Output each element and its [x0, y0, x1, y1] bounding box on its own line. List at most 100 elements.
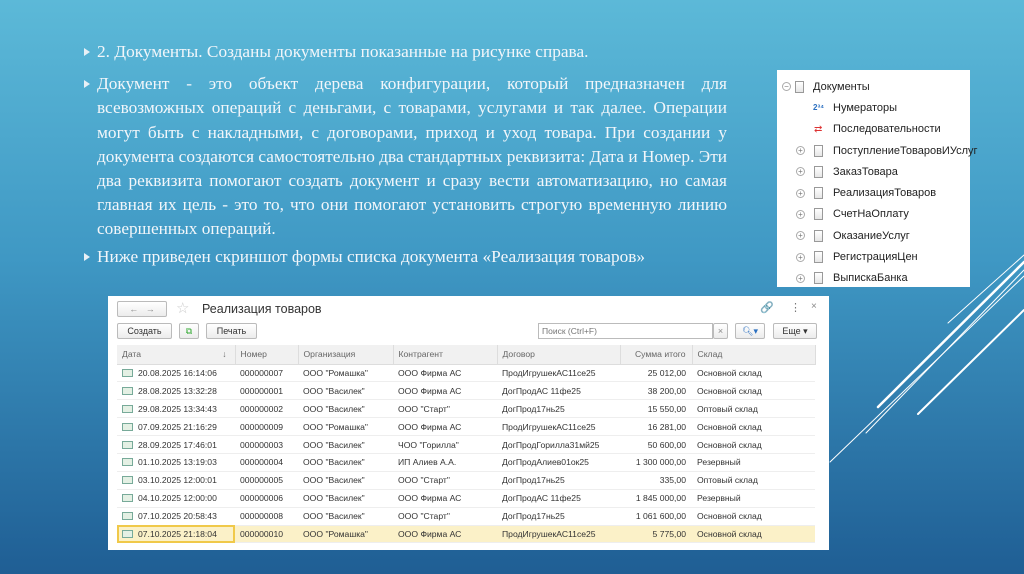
table-cell: 07.10.2025 21:18:04 [117, 525, 235, 544]
copy-button[interactable]: ⧉ [179, 323, 199, 339]
table-cell: 000000005 [235, 471, 298, 490]
tree-root[interactable]: − Документы [777, 76, 970, 97]
column-header[interactable]: Контрагент [393, 345, 498, 365]
forward-arrow-icon[interactable]: → [146, 304, 155, 314]
expand-icon[interactable]: + [796, 167, 805, 177]
table-row[interactable]: 03.10.2025 12:00:01 000000005 ООО "Василек… [117, 471, 815, 490]
table-cell: 1 845 000,00 [620, 489, 692, 508]
tree-numerators[interactable]: 2³⁴ Нумераторы [777, 97, 970, 118]
clear-search-button[interactable]: × [713, 323, 728, 339]
document-icon [795, 80, 804, 93]
table-row[interactable]: 20.08.2025 16:14:06 000000007 ООО "Ромашка… [117, 364, 815, 383]
column-header[interactable]: Номер [235, 345, 299, 365]
table-cell: ООО "Василек" [298, 489, 393, 508]
bullet-1: 2. Документы. Созданы документы показанн… [82, 40, 727, 64]
posted-document-icon [122, 368, 133, 377]
table-row[interactable]: 04.10.2025 12:00:00 000000006 ООО "Василек… [117, 489, 815, 508]
cell-text: ООО "Старт" [398, 511, 450, 522]
tree-item[interactable]: + РеализацияТоваров [777, 182, 970, 203]
expand-icon[interactable]: + [796, 231, 805, 241]
table-cell: ООО "Василек" [298, 381, 393, 401]
nav-back-forward[interactable]: ← → [117, 301, 167, 317]
posted-document-icon [122, 529, 133, 538]
table-cell: 07.09.2025 21:16:29 [117, 417, 235, 437]
tree-item[interactable]: + ПоступлениеТоваровИУслуг [777, 140, 978, 161]
cell-text: 000000006 [240, 493, 284, 504]
table-cell: 1 061 600,00 [620, 507, 692, 526]
cell-text: ООО "Василек" [303, 511, 365, 522]
expand-icon[interactable]: + [796, 146, 805, 156]
link-icon[interactable]: 🔗 [760, 301, 774, 314]
expand-icon[interactable]: + [796, 209, 805, 219]
table-cell: 25 012,00 [620, 364, 692, 383]
search-button[interactable]: 🔍︎▾ [735, 323, 765, 339]
column-header[interactable]: Склад [692, 345, 816, 365]
table-cell: Основной склад [692, 417, 815, 437]
table-cell: 000000008 [235, 507, 298, 526]
expand-icon[interactable]: + [796, 273, 805, 283]
cell-text: Основной склад [697, 439, 762, 450]
search-input[interactable] [538, 323, 713, 339]
table-row[interactable]: 29.08.2025 13:34:43 000000002 ООО "Василек… [117, 399, 815, 419]
header-label: Организация [303, 349, 356, 360]
posted-document-icon [122, 494, 133, 503]
print-button[interactable]: Печать [206, 323, 257, 339]
table-cell: ООО "Ромашка" [298, 364, 393, 383]
tree-item[interactable]: + ОказаниеУслуг [777, 225, 970, 246]
table-cell: 29.08.2025 13:34:43 [117, 399, 235, 419]
tree-label: Последовательности [833, 123, 941, 136]
cell-text: ООО Фирма АС [398, 493, 462, 504]
table-row[interactable]: 07.09.2025 21:16:29 000000009 ООО "Ромашка… [117, 417, 815, 437]
more-button[interactable]: Еще ▾ [773, 323, 817, 339]
cell-text: ПродИгрушекАС11се25 [502, 421, 596, 432]
table-row[interactable]: 28.08.2025 13:32:28 000000001 ООО "Василек… [117, 381, 815, 401]
tree-item[interactable]: + ЗаказТовара [777, 161, 970, 182]
cell-text: 000000008 [240, 511, 284, 522]
tree-item[interactable]: + РегистрацияЦен [777, 246, 970, 267]
table-cell: ООО "Старт" [393, 507, 497, 526]
cell-text: ООО "Василек" [303, 439, 365, 450]
header-label: Договор [502, 349, 535, 360]
column-header[interactable]: Договор [497, 345, 621, 365]
favorite-star-icon[interactable]: ☆ [176, 299, 189, 317]
table-row[interactable]: 07.10.2025 21:18:04 000000010 ООО "Ромашка… [117, 525, 815, 544]
cell-text: ДогПрод17нь25 [502, 475, 565, 486]
table-cell: 335,00 [620, 471, 692, 490]
column-header[interactable]: Дата ↓ [117, 345, 236, 365]
table-cell: 50 600,00 [620, 435, 692, 454]
table-cell: Оптовый склад [692, 399, 815, 419]
back-arrow-icon[interactable]: ← [129, 304, 138, 314]
table-cell: ООО "Василек" [298, 507, 393, 526]
cell-text: ООО "Ромашка" [303, 367, 368, 378]
table-cell: 16 281,00 [620, 417, 692, 437]
collapse-icon[interactable]: − [782, 82, 791, 92]
create-button[interactable]: Создать [117, 323, 172, 339]
table-cell: ООО "Старт" [393, 471, 497, 490]
cell-text: 07.10.2025 21:18:04 [138, 528, 217, 539]
table-row[interactable]: 01.10.2025 13:19:03 000000004 ООО "Василек… [117, 453, 815, 472]
posted-document-icon [122, 422, 133, 431]
tree-sequences[interactable]: ⇄ Последовательности [777, 119, 970, 140]
cell-text: 000000010 [240, 528, 284, 539]
table-cell: 000000009 [235, 417, 298, 437]
tree-item[interactable]: + СчетНаОплату [777, 204, 970, 225]
column-header[interactable]: Организация [298, 345, 394, 365]
table-row[interactable]: 28.09.2025 17:46:01 000000003 ООО "Василек… [117, 435, 815, 454]
table-cell: ПродИгрушекАС11се25 [497, 525, 620, 544]
table-cell: ДогПродГорилла31мй25 [497, 435, 620, 454]
table-cell: Основной склад [692, 507, 815, 526]
table-cell: ПродИгрушекАС11се25 [497, 364, 620, 383]
sort-desc-icon[interactable]: ↓ [222, 349, 226, 359]
column-header[interactable]: Сумма итого [620, 345, 693, 365]
cell-text: ООО Фирма АС [398, 385, 462, 396]
table-row[interactable]: 07.10.2025 20:58:43 000000008 ООО "Василек… [117, 507, 815, 526]
cell-text: ДогПродАС 11фе25 [502, 493, 581, 504]
close-icon[interactable]: × [811, 301, 817, 312]
table-cell: Резервный [692, 453, 815, 472]
tree-item[interactable]: + ВыпискаБанка [777, 268, 970, 289]
menu-dots-icon[interactable]: ⋮ [790, 301, 801, 314]
cell-text: Резервный [697, 457, 741, 468]
expand-icon[interactable]: + [796, 188, 805, 198]
cell-text: ООО "Ромашка" [303, 528, 368, 539]
expand-icon[interactable]: + [796, 252, 805, 262]
